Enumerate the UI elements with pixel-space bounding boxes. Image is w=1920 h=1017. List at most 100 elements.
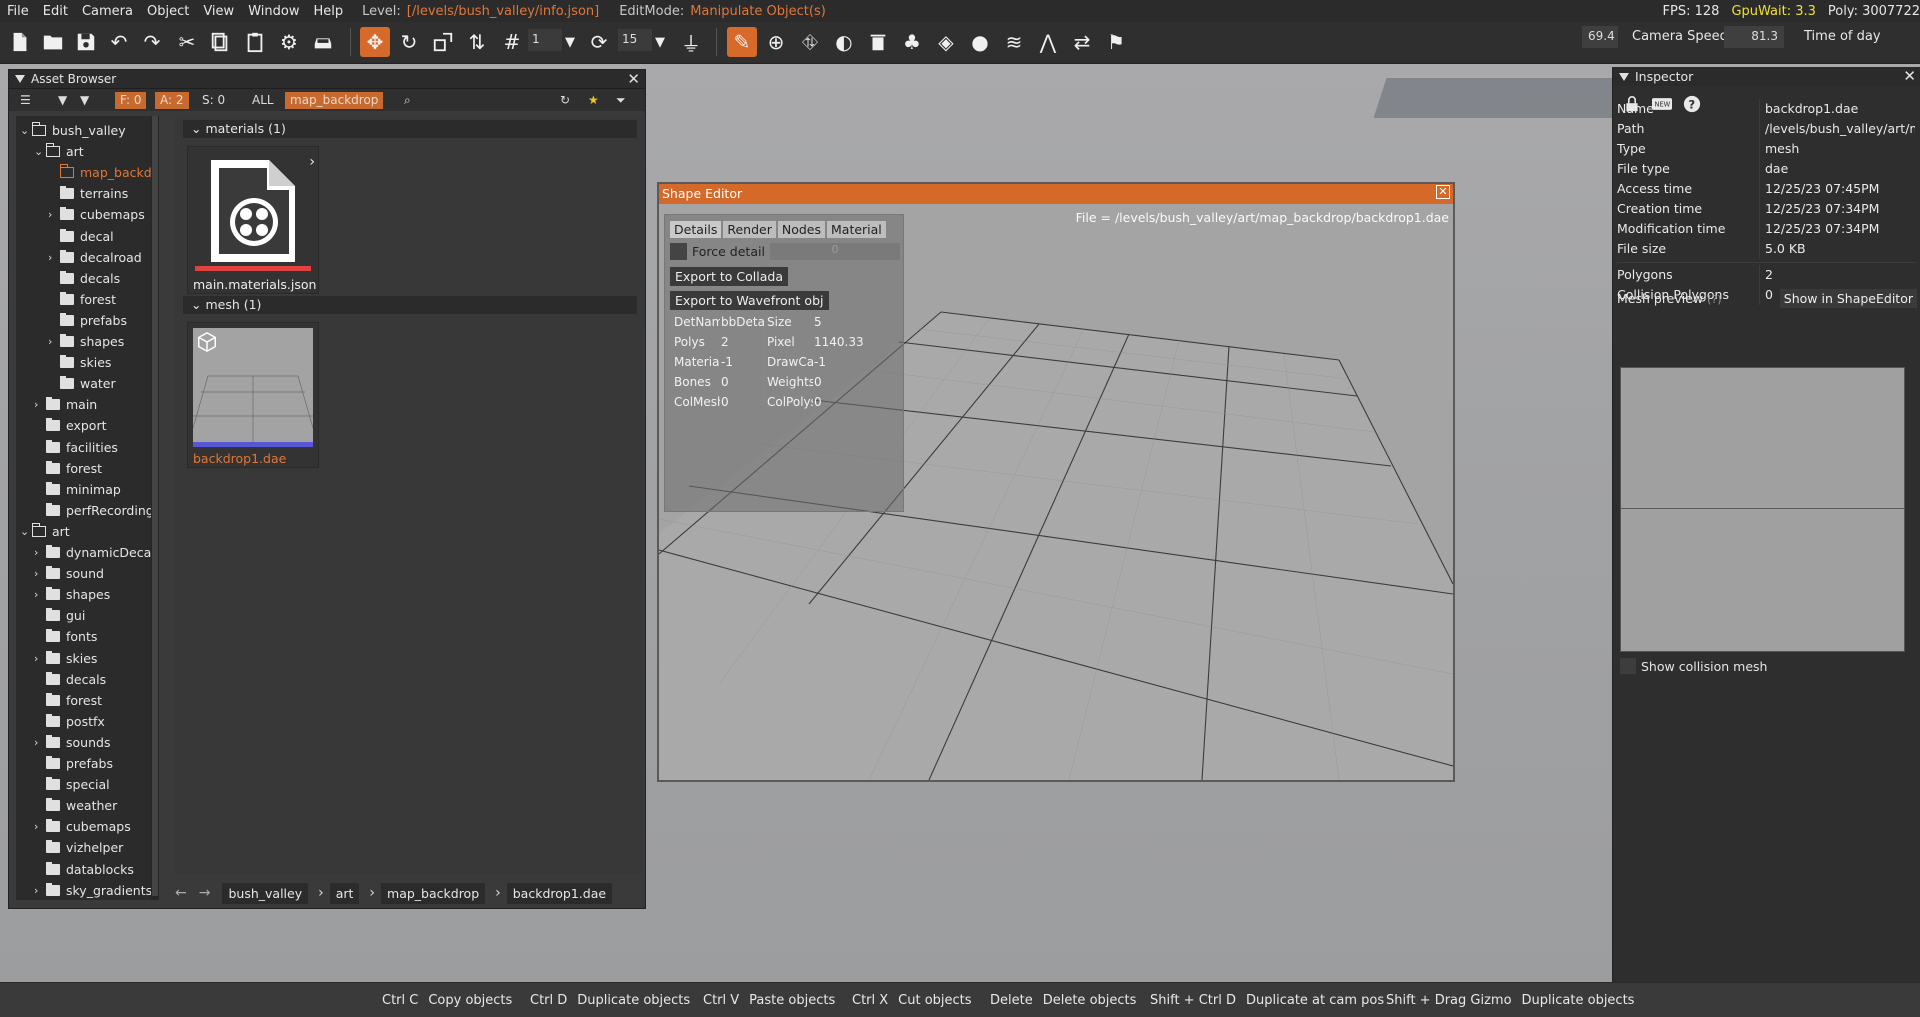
filter-funnel-icon[interactable]: ⏷	[611, 92, 631, 109]
snap-dropdown-icon[interactable]: ▼	[562, 27, 578, 57]
tree-item[interactable]: water	[48, 373, 116, 394]
translate-gizmo-icon[interactable]: ✥	[360, 27, 390, 57]
materials-section-header[interactable]: ⌄ materials (1)	[183, 120, 637, 138]
tree-item[interactable]: perfRecordings	[34, 500, 159, 521]
asset-card-materials[interactable]: › main.materials.json	[187, 146, 319, 294]
snap-value-field[interactable]: 1	[528, 29, 562, 51]
shape-editor-titlebar[interactable]: Shape Editor ✕	[659, 184, 1453, 204]
mesh-road-icon[interactable]: ⋀	[1033, 27, 1063, 57]
sort-down-icon[interactable]: ▼	[75, 92, 94, 109]
tree-item[interactable]: decals	[48, 268, 120, 289]
tree-item[interactable]: special	[34, 774, 110, 795]
favorite-star-icon[interactable]: ★	[583, 92, 604, 109]
snap-to-terrain-icon[interactable]: ⏚	[676, 27, 706, 57]
tree-item[interactable]: › skies	[34, 648, 97, 669]
tree-item[interactable]: › main	[34, 394, 97, 415]
rotate-snap-value-field[interactable]: 15	[618, 29, 652, 51]
tree-item[interactable]: › shapes	[48, 331, 124, 352]
export-obj-button[interactable]: Export to Wavefront obj	[670, 291, 829, 310]
chevron-right-icon[interactable]: ›	[34, 588, 46, 601]
chevron-right-icon[interactable]: ›	[48, 251, 60, 264]
asset-card-mesh[interactable]: backdrop1.dae	[187, 322, 319, 468]
tree-item[interactable]: › shapes	[34, 584, 110, 605]
property-value[interactable]: mesh	[1765, 141, 1915, 156]
force-detail-checkbox[interactable]	[670, 243, 687, 260]
breadcrumb-item[interactable]: map_backdrop	[381, 882, 486, 904]
forest-trees-icon[interactable]: ♣	[897, 27, 927, 57]
tab-nodes[interactable]: Nodes	[777, 221, 825, 238]
menu-window[interactable]: Window	[241, 4, 306, 19]
tree-item[interactable]: minimap	[34, 479, 121, 500]
river-icon[interactable]: ≋	[999, 27, 1029, 57]
forward-arrow-icon[interactable]: →	[199, 885, 211, 901]
copy-icon[interactable]	[205, 27, 235, 57]
menu-view[interactable]: View	[196, 4, 241, 19]
chevron-right-icon[interactable]: ›	[34, 567, 46, 580]
redo-icon[interactable]: ↷	[137, 27, 167, 57]
tree-item[interactable]: facilities	[34, 437, 118, 458]
inspector-titlebar[interactable]: Inspector ✕	[1613, 67, 1920, 86]
tree-item[interactable]: › cubemaps	[48, 204, 145, 225]
paste-icon[interactable]	[240, 27, 270, 57]
tree-item[interactable]: forest	[34, 458, 102, 479]
help-hint[interactable]: (?)	[1707, 293, 1721, 306]
property-value[interactable]: 2	[1765, 267, 1915, 282]
terrain-layers-icon[interactable]: ◈	[931, 27, 961, 57]
tree-item[interactable]: › sky_gradients	[34, 880, 152, 900]
filter-f-chip[interactable]: F: 0	[115, 92, 147, 109]
property-value[interactable]: /levels/bush_valley/art/map_backdrop/	[1765, 121, 1915, 136]
camera-speed-value[interactable]: 69.4	[1582, 26, 1618, 48]
rotate-snap-icon[interactable]: ⟳	[584, 27, 614, 57]
terrain-paint-icon[interactable]: ●	[965, 27, 995, 57]
show-in-shapeeditor-button[interactable]: Show in ShapeEditor	[1779, 289, 1917, 308]
scenario-tool-icon[interactable]: ⚑	[1101, 27, 1131, 57]
export-collada-button[interactable]: Export to Collada	[670, 267, 788, 286]
property-value[interactable]: 12/25/23 07:34PM	[1765, 201, 1915, 216]
rotate-gizmo-icon[interactable]: ↻	[394, 27, 424, 57]
decal-icon[interactable]: ◐	[829, 27, 859, 57]
chevron-down-icon[interactable]: ⌄	[20, 525, 32, 538]
tree-item[interactable]: forest	[48, 289, 116, 310]
tree-item[interactable]: fonts	[34, 626, 97, 647]
tree-item[interactable]: ⌄ art	[20, 521, 70, 542]
search-icon[interactable]: ⌕	[399, 92, 416, 109]
chevron-down-icon[interactable]: ⌄	[34, 145, 46, 158]
menu-object[interactable]: Object	[140, 4, 196, 19]
chevron-right-icon[interactable]: ›	[48, 208, 60, 221]
save-icon[interactable]	[71, 27, 101, 57]
tab-render[interactable]: Render	[723, 221, 776, 238]
collapse-triangle-icon[interactable]	[1619, 73, 1629, 81]
tree-item[interactable]: forest	[34, 690, 102, 711]
open-folder-icon[interactable]	[38, 27, 68, 57]
close-icon[interactable]: ✕	[1903, 67, 1916, 85]
chevron-right-icon[interactable]: ›	[34, 398, 46, 411]
grid-snap-icon[interactable]: #	[497, 27, 527, 57]
close-icon[interactable]: ✕	[1436, 185, 1450, 199]
tree-item[interactable]: export	[34, 415, 107, 436]
asset-browser-titlebar[interactable]: Asset Browser ✕	[9, 70, 645, 89]
settings-gear-icon[interactable]: ⚙	[274, 27, 304, 57]
tree-item[interactable]: weather	[34, 795, 117, 816]
property-value[interactable]: 12/25/23 07:45PM	[1765, 181, 1915, 196]
tree-item[interactable]: decal	[48, 226, 114, 247]
ai-path-icon[interactable]: ⇄	[1067, 27, 1097, 57]
property-value[interactable]: 12/25/23 07:34PM	[1765, 221, 1915, 236]
tree-item[interactable]: gui	[34, 605, 85, 626]
property-value[interactable]: dae	[1765, 161, 1915, 176]
scale-gizmo-icon[interactable]	[428, 27, 458, 57]
delete-trash-icon[interactable]	[863, 27, 893, 57]
tab-details[interactable]: Details	[670, 221, 722, 238]
vehicle-icon[interactable]	[308, 27, 338, 57]
tree-item[interactable]: decals	[34, 669, 106, 690]
refresh-icon[interactable]: ↻	[555, 92, 575, 109]
road-editor-icon[interactable]: ⛗	[795, 27, 825, 57]
chevron-right-icon[interactable]: ›	[48, 335, 60, 348]
menu-help[interactable]: Help	[306, 4, 350, 19]
force-detail-slider[interactable]: 0	[770, 243, 900, 260]
tree-item[interactable]: prefabs	[48, 310, 127, 331]
tree-item[interactable]: vizhelper	[34, 837, 123, 858]
world-local-icon[interactable]: ⇅	[462, 27, 492, 57]
filter-all-chip[interactable]: ALL	[247, 92, 279, 109]
mesh-preview-viewport[interactable]	[1620, 367, 1905, 652]
time-of-day-value[interactable]: 81.3	[1724, 26, 1784, 48]
